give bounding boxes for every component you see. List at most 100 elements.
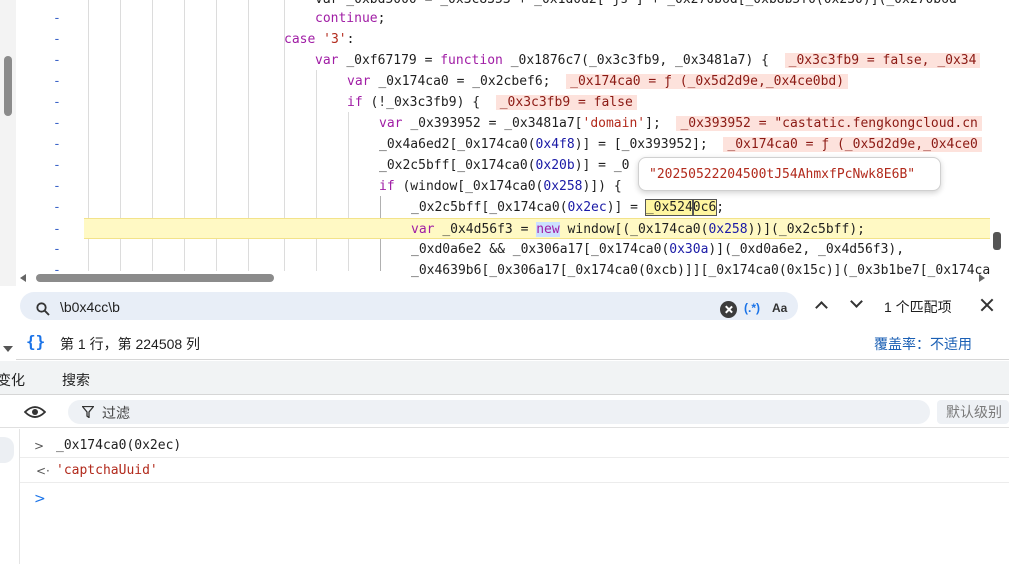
code-token: )] = bbox=[606, 200, 646, 215]
diff-marker: - bbox=[53, 137, 61, 152]
code-line[interactable]: - var _0x174ca0 = _0x2cbef6; _0x174ca0 = … bbox=[0, 71, 1009, 92]
horizontal-scrollbar-thumb[interactable] bbox=[36, 274, 274, 282]
code-line[interactable]: - case '3': bbox=[0, 29, 1009, 50]
code-token: ))](_0x2c5bff); bbox=[747, 222, 865, 237]
code-token: ; bbox=[377, 11, 386, 26]
code-line[interactable]: - var _0xf67179 = function _0x1876c7(_0x3… bbox=[0, 50, 1009, 71]
pretty-print-icon[interactable]: {} bbox=[26, 332, 45, 351]
code-line[interactable]: - _0x4a6ed2[_0x174ca0(0x4f8)] = [_0x39395… bbox=[0, 134, 1009, 155]
diff-marker: - bbox=[53, 32, 61, 47]
console-sidebar-toggle[interactable] bbox=[0, 429, 20, 564]
search-input[interactable]: \b0x4cc\b (.*) Aa bbox=[20, 292, 798, 320]
code-line[interactable]: - _0xd0a6e2 && _0x306a17[_0x174ca0(0x30a)… bbox=[0, 239, 1009, 260]
code-text: var _0x4d56f3 = new window[(_0x174ca0(0x… bbox=[411, 219, 865, 240]
console-result-row[interactable]: <· 'captchaUuid' bbox=[20, 459, 1009, 483]
code-token: _0x174ca0 = _0x2cbef6; bbox=[378, 74, 567, 89]
filter-icon bbox=[82, 406, 94, 418]
code-token: 0x20b bbox=[535, 158, 575, 173]
code-text: var _0x174ca0 = _0x2cbef6; _0x174ca0 = ƒ… bbox=[347, 71, 849, 92]
code-token: _0x3c3fb9 = false bbox=[495, 95, 637, 110]
cursor-position: 第 1 行，第 224508 列 bbox=[60, 336, 201, 352]
code-token: _0xf67179 = bbox=[346, 53, 441, 68]
code-text: continue; bbox=[315, 8, 385, 29]
code-token: '3' bbox=[323, 32, 347, 47]
coverage-status[interactable]: 覆盖率：不适用 bbox=[874, 334, 972, 354]
code-line[interactable]: - continue; bbox=[0, 8, 1009, 29]
overview-ruler-marker[interactable] bbox=[993, 232, 1001, 250]
code-token: var _0xbd5000 = _0x3c8353 + _0x1d0d2["js… bbox=[315, 0, 957, 7]
search-icon bbox=[36, 302, 50, 316]
scroll-right-arrow-icon[interactable] bbox=[979, 274, 985, 282]
diff-marker: - bbox=[53, 179, 61, 194]
match-case-toggle-button[interactable]: Aa bbox=[772, 301, 787, 315]
console-input-row[interactable]: > _0x174ca0(0x2ec) bbox=[20, 434, 1009, 458]
code-token: var bbox=[315, 53, 347, 68]
code-token: 0x2ec bbox=[567, 200, 607, 215]
scroll-down-arrow-icon[interactable] bbox=[3, 346, 13, 352]
code-token: 0x258 bbox=[708, 222, 748, 237]
console-output[interactable]: > _0x174ca0(0x2ec) <· 'captchaUuid' > bbox=[0, 429, 1009, 564]
code-token: _0x393952 = _0x3481a7[ bbox=[410, 116, 583, 131]
filter-placeholder: 过滤 bbox=[102, 405, 130, 421]
code-token: _0x393952 = "castatic.fengkongcloud.cn bbox=[676, 116, 982, 131]
close-search-icon[interactable] bbox=[978, 296, 996, 314]
drawer-tab-bar: 变化 搜索 bbox=[0, 361, 1009, 395]
code-token: _0x524 bbox=[644, 199, 694, 216]
match-count: 1 个匹配项 bbox=[884, 299, 952, 315]
result-arrow-icon: <· bbox=[36, 464, 50, 478]
code-token: 'domain' bbox=[582, 116, 646, 131]
code-text: _0xd0a6e2 && _0x306a17[_0x174ca0(0x30a)]… bbox=[411, 239, 904, 260]
horizontal-scrollbar[interactable] bbox=[16, 271, 991, 285]
code-token: )] = [_0x393952]; bbox=[574, 137, 724, 152]
code-token: )]) { bbox=[582, 179, 622, 194]
code-token: if bbox=[379, 179, 403, 194]
code-token: ; bbox=[716, 200, 725, 215]
code-token: 0x4f8 bbox=[535, 137, 575, 152]
diff-marker: - bbox=[53, 53, 61, 68]
previous-match-button[interactable] bbox=[815, 301, 828, 314]
code-text: _0x4a6ed2[_0x174ca0(0x4f8)] = [_0x393952… bbox=[379, 134, 982, 155]
code-text: if (window[_0x174ca0(0x258)]) { bbox=[379, 176, 622, 197]
tab-changes[interactable]: 变化 bbox=[0, 370, 25, 390]
code-text: _0x2c5bff[_0x174ca0(0x20b)] = _0 bbox=[379, 155, 629, 176]
code-token: new bbox=[536, 222, 560, 237]
code-token: _0xd0a6e2 && _0x306a17[_0x174ca0( bbox=[411, 242, 670, 257]
code-line[interactable]: - _0x2c5bff[_0x174ca0(0x2ec)] = _0x5240c6… bbox=[0, 197, 1009, 218]
code-line[interactable]: - var _0x393952 = _0x3481a7['domain']; _0… bbox=[0, 113, 1009, 134]
code-token: _0x174ca0 = ƒ (_0x5d2d9e,_0x4ce0bd) bbox=[566, 74, 849, 89]
next-match-button[interactable] bbox=[850, 295, 863, 308]
code-token: continue bbox=[315, 11, 378, 26]
code-text: var _0x393952 = _0x3481a7['domain']; _0x… bbox=[379, 113, 982, 134]
code-text: case '3': bbox=[284, 29, 354, 50]
sidebar-handle[interactable] bbox=[0, 437, 14, 463]
code-token: _0x4d56f3 = bbox=[442, 222, 537, 237]
log-level-dropdown[interactable]: 默认级别 bbox=[937, 400, 1009, 424]
code-editor[interactable]: - var _0xbd5000 = _0x3c8353 + _0x1d0d2["j… bbox=[0, 0, 1009, 286]
code-token: : bbox=[346, 32, 355, 47]
code-line[interactable]: - if (!_0x3c3fb9) { _0x3c3fb9 = false bbox=[0, 92, 1009, 113]
code-text: if (!_0x3c3fb9) { _0x3c3fb9 = false bbox=[347, 92, 637, 113]
code-token: var bbox=[379, 116, 411, 131]
code-token: window[(_0x174ca0( bbox=[559, 222, 709, 237]
code-token: _0x2c5bff[_0x174ca0( bbox=[411, 200, 568, 215]
code-token: _0x3c3fb9 = false, _0x34 bbox=[784, 53, 981, 68]
code-token: _0x4a6ed2[_0x174ca0( bbox=[379, 137, 536, 152]
code-text: _0x2c5bff[_0x174ca0(0x2ec)] = _0x5240c6; bbox=[411, 197, 724, 218]
eye-icon[interactable] bbox=[24, 405, 46, 419]
console-filter-input[interactable]: 过滤 bbox=[68, 400, 930, 424]
clear-search-icon[interactable] bbox=[720, 301, 737, 318]
console-prompt-icon[interactable]: > bbox=[34, 491, 46, 507]
console-toolbar: 过滤 默认级别 bbox=[0, 396, 1009, 428]
code-token: if bbox=[347, 95, 371, 110]
tab-search[interactable]: 搜索 bbox=[62, 370, 90, 390]
search-query-text: \b0x4cc\b bbox=[60, 299, 120, 315]
code-token: ]; bbox=[645, 116, 677, 131]
scroll-left-arrow-icon[interactable] bbox=[20, 274, 26, 282]
expand-caret-icon[interactable]: > bbox=[34, 434, 44, 458]
editor-status-bar: {} 第 1 行，第 224508 列 覆盖率：不适用 bbox=[16, 326, 1009, 360]
code-token: _0x174ca0 = ƒ (_0x5d2d9e,_0x4ce0 bbox=[723, 137, 982, 152]
regex-toggle-button[interactable]: (.*) bbox=[744, 301, 760, 315]
code-line-current[interactable]: - var _0x4d56f3 = new window[(_0x174ca0(0… bbox=[53, 218, 990, 240]
search-bar: \b0x4cc\b (.*) Aa 1 个匹配项 bbox=[16, 288, 1009, 324]
diff-marker: - bbox=[53, 74, 61, 89]
